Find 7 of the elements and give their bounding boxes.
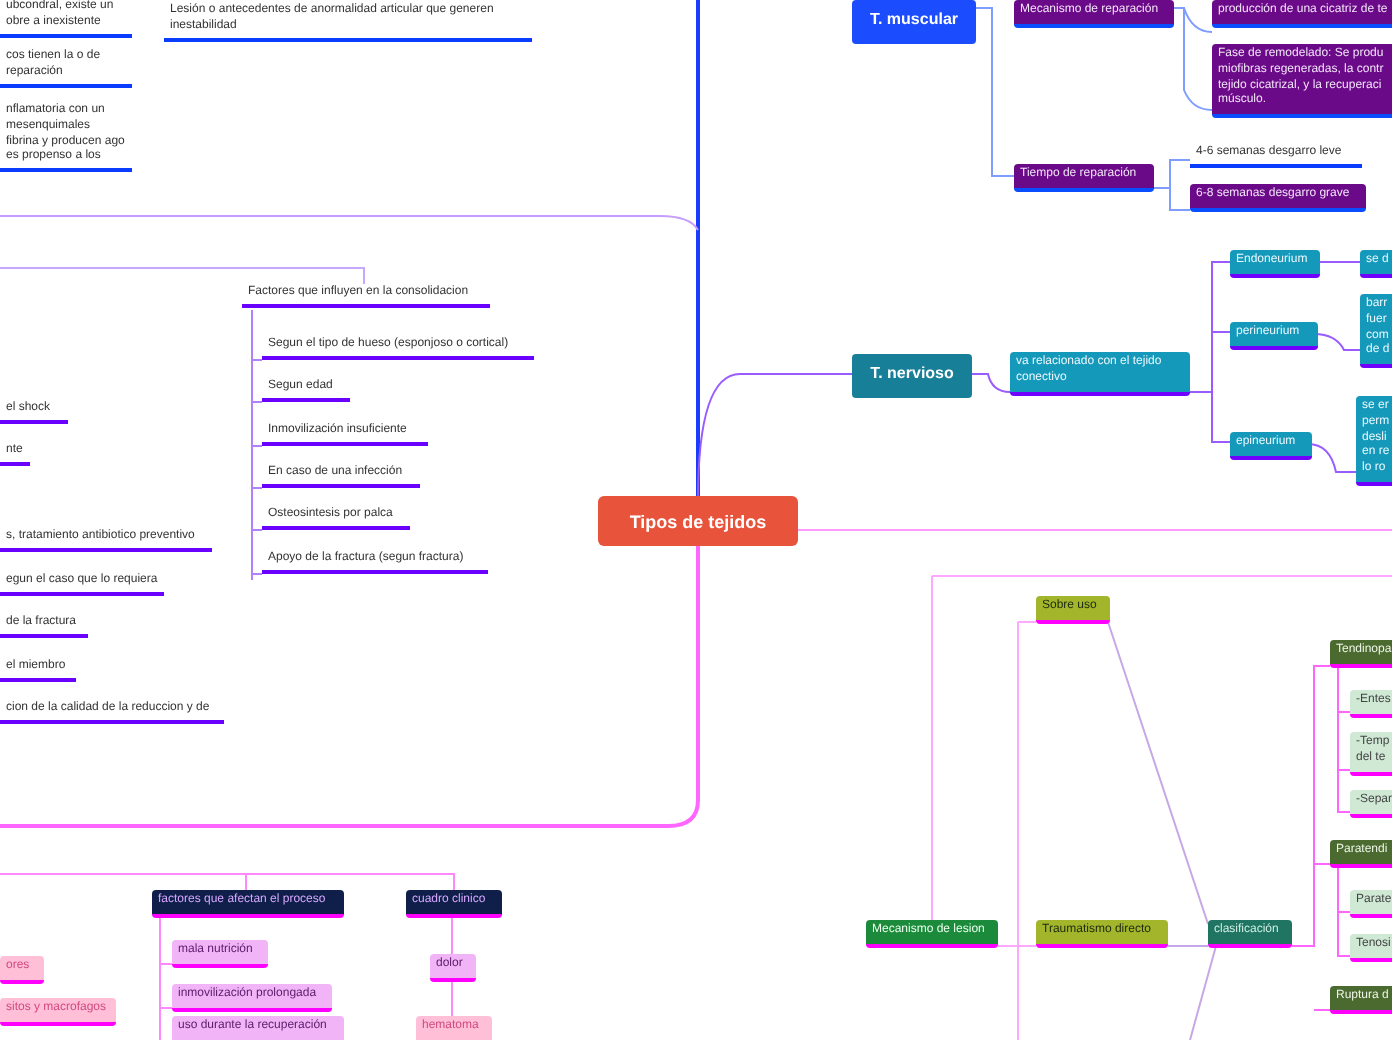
connector-line (1149, 159, 1191, 211)
central-topic[interactable]: Tipos de tejidos (598, 496, 798, 546)
connector-line (451, 915, 453, 1017)
topic-node[interactable]: T. muscular (852, 0, 976, 45)
connector-line (159, 915, 173, 1040)
connector-line (967, 373, 1011, 393)
topic-node[interactable]: T. nervioso (852, 354, 972, 399)
